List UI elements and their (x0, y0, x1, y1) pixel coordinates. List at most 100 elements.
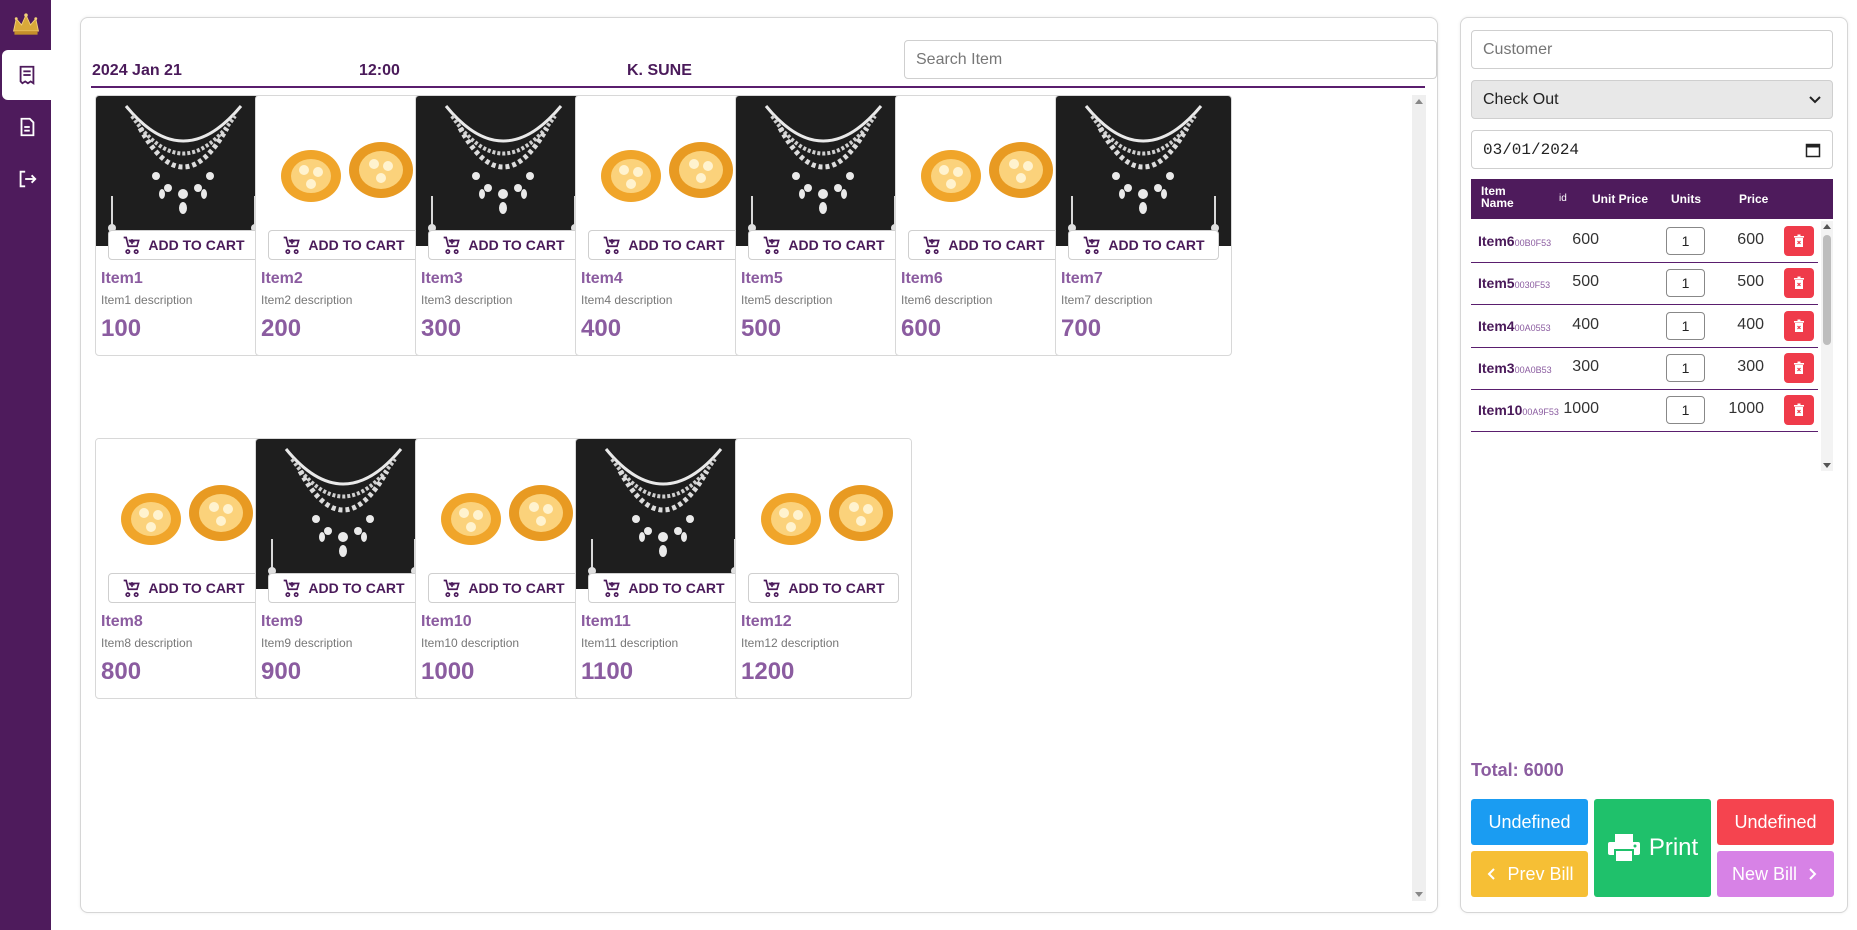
product-price: 400 (581, 315, 622, 342)
product-card[interactable]: ADD TO CART Item5 Item5 description 500 (735, 95, 912, 356)
prev-bill-button[interactable]: Prev Bill (1471, 851, 1588, 897)
col-id: id (1559, 193, 1567, 204)
prev-bill-label: Prev Bill (1507, 863, 1574, 884)
bill-total: Total: 6000 (1471, 760, 1564, 780)
earrings-image (256, 96, 431, 246)
product-description: Item11 description (581, 636, 679, 650)
cart-plus-icon (282, 235, 302, 255)
bill-table-body: Item1000A9F53 1000 1 1000 Item300A0B53 300 1 30… (1471, 221, 1833, 471)
product-description: Item7 description (1061, 293, 1153, 307)
product-card[interactable]: ADD TO CART Item12 Item12 description 1200 (735, 438, 912, 699)
delete-row-button[interactable] (1784, 352, 1814, 383)
product-card[interactable]: ADD TO CART Item1 Item1 description 100 (95, 95, 272, 356)
sidebar-item-documents[interactable] (2, 102, 51, 152)
product-card[interactable]: ADD TO CART Item10 Item10 description 1000 (415, 438, 592, 699)
add-to-cart-button[interactable]: ADD TO CART (428, 573, 579, 603)
trash-icon (1792, 403, 1806, 417)
add-to-cart-button[interactable]: ADD TO CART (428, 230, 579, 260)
product-price: 100 (101, 315, 142, 342)
units-input[interactable]: 1 (1666, 311, 1705, 340)
earrings-image (416, 439, 591, 589)
add-to-cart-label: ADD TO CART (788, 237, 885, 253)
product-card[interactable]: ADD TO CART Item8 Item8 description 800 (95, 438, 272, 699)
product-grid: ADD TO CART Item1 Item1 description 100 ADD… (95, 95, 1411, 901)
product-price: 1100 (581, 658, 634, 685)
bill-unit-price: 400 (1572, 315, 1599, 333)
product-grid-scrollbar[interactable] (1412, 95, 1426, 901)
earrings-image (576, 96, 751, 246)
product-card[interactable]: ADD TO CART Item9 Item9 description 900 (255, 438, 432, 699)
print-button[interactable]: Print (1594, 799, 1711, 897)
add-to-cart-label: ADD TO CART (148, 580, 245, 596)
units-input[interactable]: 1 (1666, 269, 1705, 298)
cart-plus-icon (762, 578, 782, 598)
cart-plus-icon (282, 578, 302, 598)
product-card[interactable]: ADD TO CART Item6 Item6 description 600 (895, 95, 1072, 356)
undefined-button-blue[interactable]: Undefined (1471, 799, 1588, 845)
undefined-button-red[interactable]: Undefined (1717, 799, 1834, 845)
scroll-down-arrow-icon[interactable] (1823, 463, 1831, 468)
sidebar (0, 0, 51, 930)
bill-item-name: Item1000A9F53 (1478, 402, 1559, 419)
add-to-cart-button[interactable]: ADD TO CART (108, 230, 259, 260)
bill-table-scrollbar[interactable] (1821, 221, 1833, 471)
product-card[interactable]: ADD TO CART Item11 Item11 description 1100 (575, 438, 752, 699)
product-card[interactable]: ADD TO CART Item4 Item4 description 400 (575, 95, 752, 356)
product-card[interactable]: ADD TO CART Item7 Item7 description 700 (1055, 95, 1232, 356)
scroll-down-arrow-icon[interactable] (1415, 892, 1423, 897)
product-name: Item5 (741, 270, 783, 287)
search-input[interactable] (904, 40, 1437, 79)
add-to-cart-label: ADD TO CART (948, 237, 1045, 253)
add-to-cart-button[interactable]: ADD TO CART (588, 573, 739, 603)
product-name: Item9 (261, 613, 303, 630)
product-name: Item7 (1061, 270, 1103, 287)
crown-logo-icon (8, 6, 44, 42)
product-price: 300 (421, 315, 462, 342)
units-input[interactable]: 1 (1666, 227, 1705, 255)
add-to-cart-button[interactable]: ADD TO CART (588, 230, 739, 260)
bill-line-price: 400 (1737, 315, 1764, 333)
units-input[interactable]: 1 (1666, 396, 1705, 425)
product-price: 900 (261, 658, 302, 685)
add-to-cart-button[interactable]: ADD TO CART (268, 230, 419, 260)
cart-plus-icon (602, 578, 622, 598)
product-description: Item12 description (741, 636, 840, 650)
add-to-cart-button[interactable]: ADD TO CART (748, 230, 899, 260)
col-unit-price: Unit Price (1592, 192, 1649, 206)
bill-date-input[interactable]: 03/01/2024 (1471, 130, 1833, 169)
necklace-image (256, 439, 431, 589)
scroll-up-arrow-icon[interactable] (1415, 99, 1423, 104)
necklace-image (736, 96, 911, 246)
delete-row-button[interactable] (1784, 310, 1814, 341)
new-bill-button[interactable]: New Bill (1717, 851, 1834, 897)
earrings-image (736, 439, 911, 589)
add-to-cart-button[interactable]: ADD TO CART (908, 230, 1059, 260)
delete-row-button[interactable] (1784, 395, 1814, 426)
bill-table-header: Item Name id Unit Price Units Price (1471, 179, 1833, 219)
bill-unit-price: 1000 (1563, 400, 1599, 418)
scroll-up-arrow-icon[interactable] (1823, 224, 1831, 229)
calendar-icon[interactable] (1805, 142, 1821, 158)
product-card[interactable]: ADD TO CART Item3 Item3 description 300 (415, 95, 592, 356)
status-select[interactable]: Check Out (1471, 80, 1833, 119)
bill-row: Item400A0553 400 1 400 (1471, 306, 1818, 348)
product-price: 700 (1061, 315, 1102, 342)
sidebar-item-logout[interactable] (2, 154, 51, 204)
delete-row-button[interactable] (1784, 226, 1814, 256)
add-to-cart-button[interactable]: ADD TO CART (268, 573, 419, 603)
product-card[interactable]: ADD TO CART Item2 Item2 description 200 (255, 95, 432, 356)
add-to-cart-button[interactable]: ADD TO CART (1068, 230, 1219, 260)
bill-item-name: Item300A0B53 (1478, 359, 1552, 376)
units-input[interactable]: 1 (1666, 353, 1705, 382)
add-to-cart-button[interactable]: ADD TO CART (108, 573, 259, 603)
add-to-cart-label: ADD TO CART (628, 580, 725, 596)
customer-input[interactable] (1471, 30, 1833, 69)
bill-line-price: 1000 (1728, 400, 1764, 418)
add-to-cart-button[interactable]: ADD TO CART (748, 573, 899, 603)
scrollbar-thumb[interactable] (1823, 235, 1831, 345)
product-name: Item8 (101, 613, 143, 630)
print-label: Print (1648, 834, 1699, 861)
status-select-value: Check Out (1483, 90, 1559, 108)
sidebar-item-billing[interactable] (2, 50, 51, 100)
delete-row-button[interactable] (1784, 268, 1814, 299)
